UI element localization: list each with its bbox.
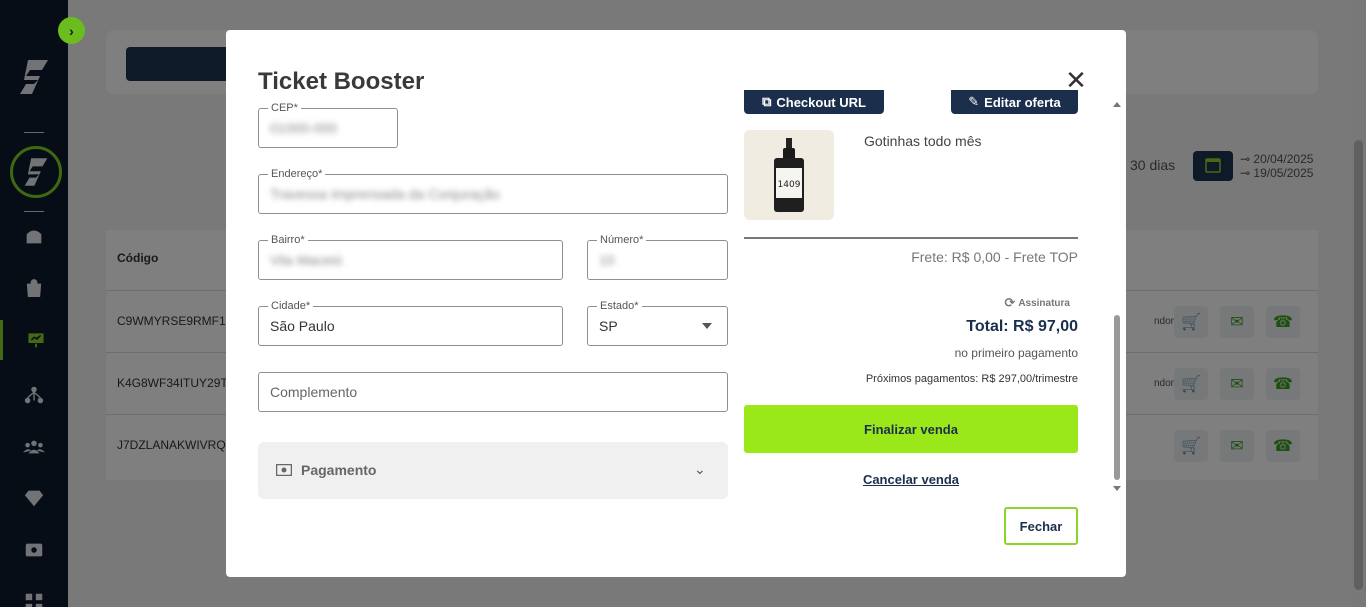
- checkout-url-button[interactable]: ⧉ Checkout URL: [744, 90, 884, 114]
- first-payment-note: no primeiro pagamento: [954, 346, 1078, 360]
- city-label: Cidade*: [268, 300, 314, 312]
- neighborhood-label: Bairro*: [268, 234, 308, 246]
- cash-icon: [276, 464, 292, 476]
- modal-scrollbar[interactable]: [1112, 100, 1122, 495]
- finalize-sale-button[interactable]: Finalizar venda: [744, 405, 1078, 453]
- cep-label: CEP*: [268, 102, 301, 114]
- address-label: Endereço*: [268, 168, 326, 180]
- copy-icon: ⧉: [762, 94, 772, 109]
- neighborhood-field[interactable]: Bairro* Vila Maceió: [258, 234, 563, 280]
- scroll-up-icon[interactable]: [1113, 102, 1121, 107]
- pencil-icon: ✎: [968, 94, 980, 109]
- sidebar-toggle-button[interactable]: ›: [58, 17, 85, 44]
- cep-value: 01000-000: [270, 120, 337, 136]
- divider: [744, 237, 1078, 239]
- scroll-down-icon[interactable]: [1113, 486, 1121, 491]
- product-name: Gotinhas todo mês: [864, 133, 982, 149]
- payment-label: Pagamento: [301, 462, 377, 478]
- subscription-badge: ⟳ Assinatura: [1004, 295, 1070, 311]
- number-field[interactable]: Número* 10: [587, 234, 728, 280]
- complement-field[interactable]: Complemento: [258, 372, 728, 412]
- city-field[interactable]: Cidade* São Paulo: [258, 300, 563, 346]
- city-value: São Paulo: [270, 318, 335, 334]
- state-value: SP: [599, 318, 618, 334]
- edit-offer-label: Editar oferta: [984, 94, 1061, 110]
- close-button[interactable]: Fechar: [1004, 507, 1078, 545]
- payment-accordion[interactable]: Pagamento ⌄: [258, 442, 728, 499]
- subscription-label: Assinatura: [1018, 297, 1070, 309]
- checkout-url-label: Checkout URL: [776, 94, 866, 110]
- edit-offer-button[interactable]: ✎ Editar oferta: [951, 90, 1078, 114]
- total-price: Total: R$ 97,00: [966, 318, 1078, 335]
- cancel-sale-link[interactable]: Cancelar venda: [744, 472, 1078, 487]
- next-payments-info: Próximos pagamentos: R$ 297,00/trimestre: [865, 373, 1078, 385]
- number-label: Número*: [597, 234, 647, 246]
- close-icon[interactable]: ✕: [1064, 65, 1088, 95]
- refresh-icon: ⟳: [1004, 295, 1016, 310]
- chevron-right-icon: ›: [69, 22, 74, 39]
- product-bottle-label: 1409: [778, 180, 801, 190]
- ticket-booster-modal: Ticket Booster ✕ CEP* 01000-000 Endereço…: [226, 30, 1126, 577]
- address-field[interactable]: Endereço* Travessa Imprensada da Conjura…: [258, 168, 728, 214]
- chevron-down-icon: ⌄: [694, 461, 706, 477]
- modal-scrollbar-thumb[interactable]: [1114, 315, 1120, 480]
- complement-placeholder: Complemento: [270, 384, 358, 400]
- state-label: Estado*: [597, 300, 642, 312]
- cep-field[interactable]: CEP* 01000-000: [258, 102, 398, 148]
- number-value: 10: [599, 252, 615, 268]
- product-image: 1409: [744, 130, 834, 220]
- neighborhood-value: Vila Maceió: [270, 252, 343, 268]
- dropdown-arrow-icon: [702, 323, 712, 329]
- state-select[interactable]: Estado* SP: [587, 300, 728, 346]
- shipping-info: Frete: R$ 0,00 - Frete TOP: [911, 249, 1078, 265]
- address-value: Travessa Imprensada da Conjuração: [270, 186, 500, 202]
- modal-title: Ticket Booster: [258, 68, 425, 95]
